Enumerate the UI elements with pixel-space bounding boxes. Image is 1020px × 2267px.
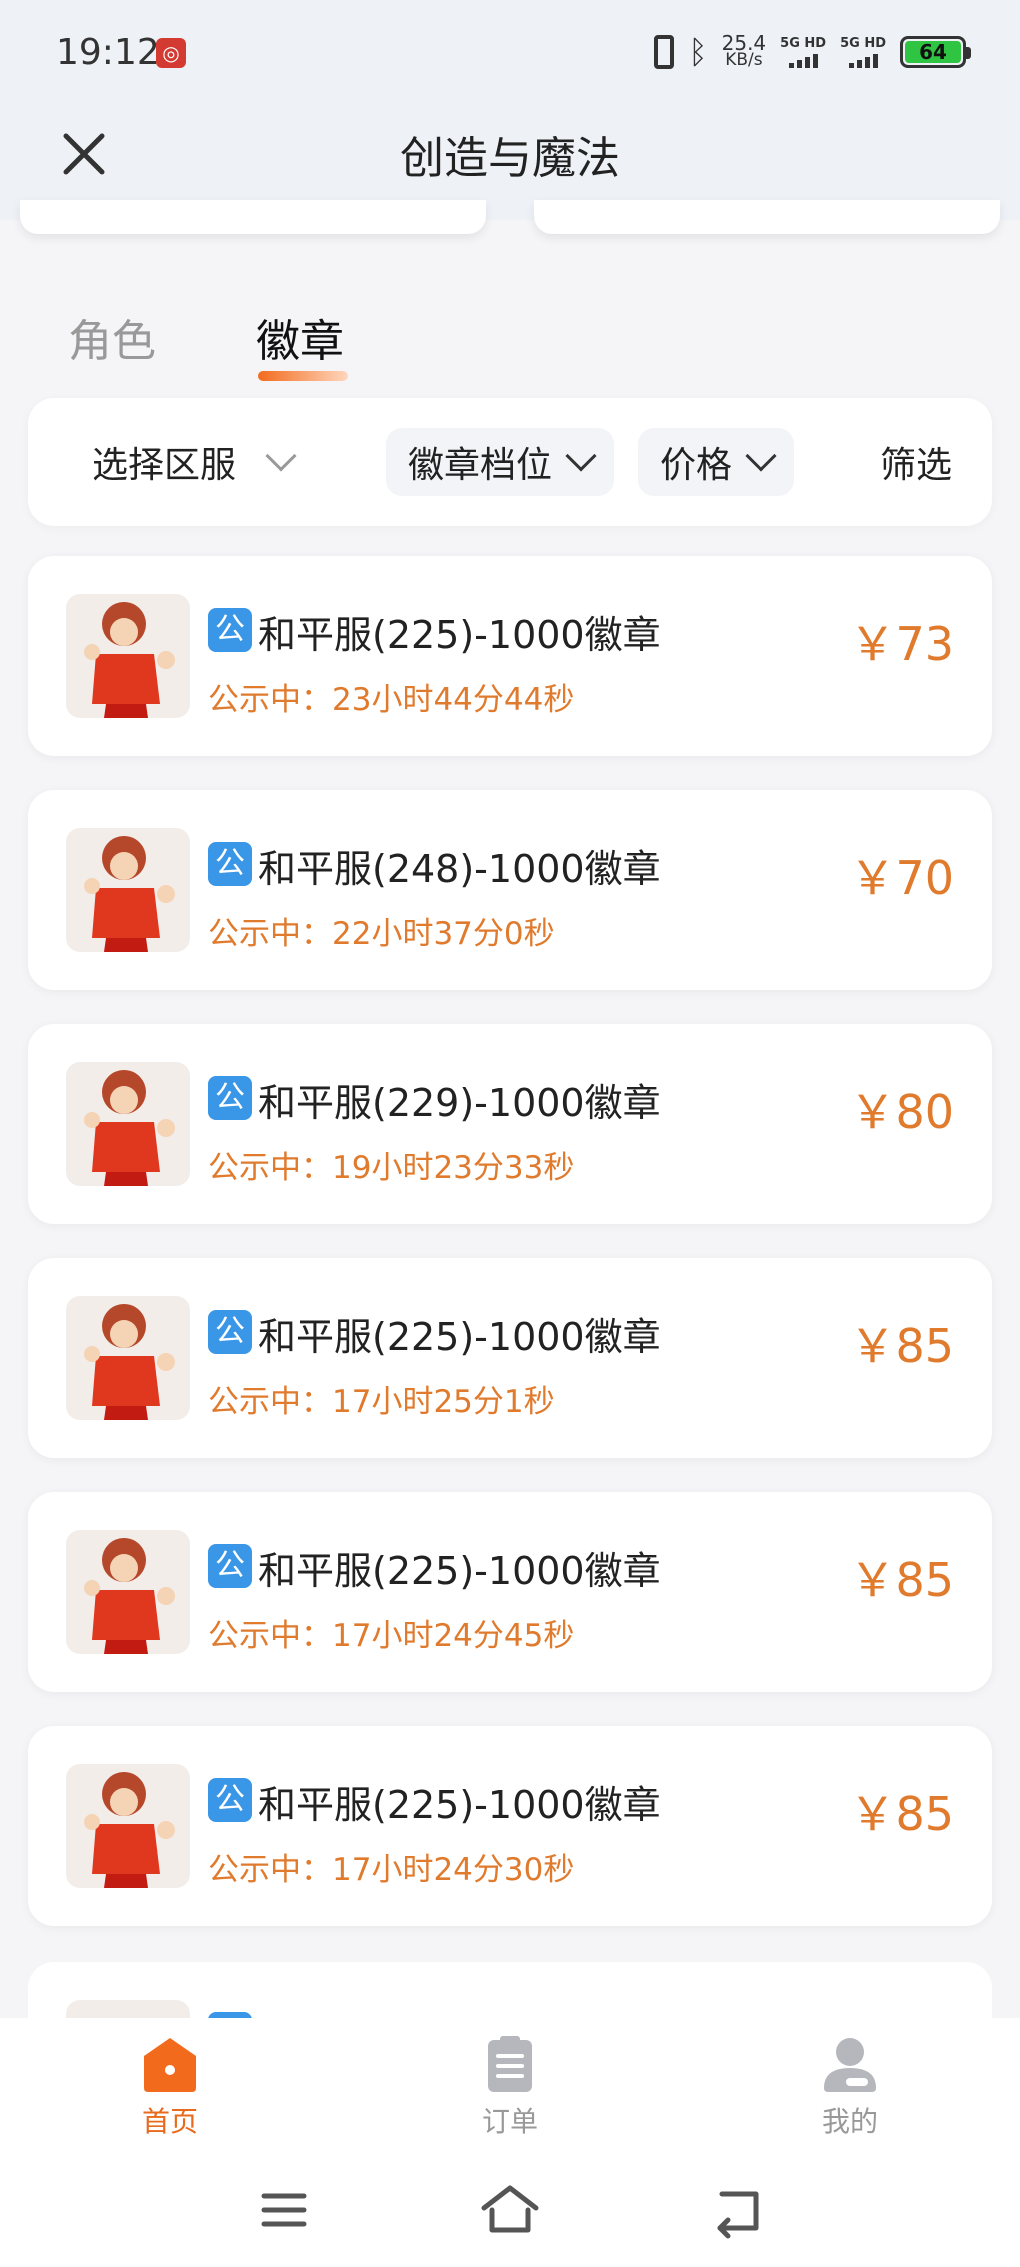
badge-tier-label: 徽章档位 <box>408 445 553 486</box>
network-speed-unit: KB/s <box>725 50 763 70</box>
public-badge: 公 <box>208 608 252 652</box>
status-time: 19:12 <box>56 32 160 73</box>
list-item[interactable]: 公 和平服(229)-1000徽章 公示中：19小时23分33秒 ￥80 <box>28 1024 992 1224</box>
character-thumbnail-image <box>84 1772 175 1888</box>
listing-status: 公示中：19小时23分33秒 <box>208 1150 575 1186</box>
sim1-label: 5G HD <box>780 36 827 51</box>
netease-music-icon: ◎ <box>156 38 186 68</box>
nav-orders-label: 订单 <box>481 2105 538 2138</box>
character-thumbnail <box>66 1530 190 1654</box>
listing-title: 和平服(225)-1000徽章 <box>258 1549 661 1593</box>
badge-tier-select[interactable]: 徽章档位 <box>386 428 615 496</box>
menu-icon[interactable] <box>254 2180 314 2240</box>
character-thumbnail-image <box>84 1304 175 1420</box>
nav-home[interactable]: 首页 <box>90 2034 250 2140</box>
battery-icon: 64 <box>900 36 971 68</box>
public-badge: 公 <box>208 1310 252 1354</box>
back-icon[interactable] <box>708 2180 768 2240</box>
vibrate-icon <box>654 35 675 69</box>
listing-price: ￥85 <box>849 1553 954 1607</box>
character-thumbnail-image <box>84 602 175 718</box>
list-item[interactable]: 公 和平服(225)-1000徽章 公示中：17小时25分1秒 ￥85 <box>28 1258 992 1458</box>
listing-status: 公示中：17小时24分45秒 <box>208 1618 575 1654</box>
banner-edges <box>0 200 1020 236</box>
system-nav <box>0 2150 1020 2267</box>
nav-home-label: 首页 <box>141 2105 198 2138</box>
sim2-label: 5G HD <box>840 36 886 51</box>
filter-bar: 选择区服 徽章档位 价格 筛选 <box>28 398 992 526</box>
listing-status: 公示中：17小时25分1秒 <box>208 1384 555 1420</box>
public-badge: 公 <box>208 1544 252 1588</box>
price-sort[interactable]: 价格 <box>638 428 795 496</box>
public-badge: 公 <box>208 842 252 886</box>
signal-icon: 5G HD <box>780 36 826 68</box>
public-badge: 公 <box>208 1778 252 1822</box>
listing-price: ￥85 <box>849 1319 954 1373</box>
character-thumbnail-image <box>84 1070 175 1186</box>
listing-title: 和平服(225)-1000徽章 <box>258 1783 661 1827</box>
character-thumbnail-image <box>84 836 175 952</box>
character-thumbnail <box>66 1296 190 1420</box>
list-item[interactable]: 公 和平服(248)-1000徽章 公示中：22小时37分0秒 ￥70 <box>28 790 992 990</box>
listing-price: ￥70 <box>849 851 954 905</box>
tab-character[interactable]: 角色 <box>68 305 156 375</box>
list-item[interactable]: 公 和平服(225)-1000徽章 公示中：17小时24分30秒 ￥85 <box>28 1726 992 1926</box>
active-tab-indicator <box>258 371 348 381</box>
home-outline-icon[interactable] <box>480 2180 540 2240</box>
listing-status: 公示中：22小时37分0秒 <box>208 916 555 952</box>
bluetooth-icon: ᛒ <box>688 33 708 71</box>
listing-title: 和平服(225)-1000徽章 <box>258 1315 661 1359</box>
home-icon <box>144 2038 196 2092</box>
nav-profile[interactable]: 我的 <box>770 2034 930 2140</box>
price-sort-label: 价格 <box>660 445 733 486</box>
chevron-down-icon <box>265 440 297 472</box>
banner-card[interactable] <box>20 200 486 234</box>
character-thumbnail-image <box>84 1538 175 1654</box>
nav-orders[interactable]: 订单 <box>430 2034 590 2140</box>
battery-level: 64 <box>905 41 961 63</box>
bottom-nav: 首页 订单 我的 <box>0 2018 1020 2150</box>
listing-status: 公示中：17小时24分30秒 <box>208 1852 575 1888</box>
server-select-label: 选择区服 <box>92 445 237 486</box>
character-thumbnail <box>66 1062 190 1186</box>
network-speed: 25.4 KB/s <box>722 33 767 70</box>
listing-title: 和平服(229)-1000徽章 <box>258 1081 661 1125</box>
list-item[interactable]: 公 和平服(225)-1000徽章 公示中：23小时44分44秒 ￥73 <box>28 556 992 756</box>
listing-title: 和平服(225)-1000徽章 <box>258 613 661 657</box>
list-item-partial[interactable] <box>28 1962 992 2022</box>
status-bar: 19:12 ◎ ᛒ 25.4 KB/s 5G HD 5G HD 64 <box>0 0 1020 110</box>
user-icon <box>824 2038 876 2092</box>
listing-status: 公示中：23小时44分44秒 <box>208 682 575 718</box>
character-thumbnail <box>66 594 190 718</box>
listing-price: ￥80 <box>849 1085 954 1139</box>
filter-button[interactable]: 筛选 <box>880 428 952 496</box>
clipboard-icon <box>488 2036 532 2092</box>
list-item[interactable]: 公 和平服(225)-1000徽章 公示中：17小时24分45秒 ￥85 <box>28 1492 992 1692</box>
listing-title: 和平服(248)-1000徽章 <box>258 847 661 891</box>
server-select[interactable]: 选择区服 <box>92 428 297 496</box>
status-icons: ᛒ 25.4 KB/s 5G HD 5G HD 64 <box>654 30 971 74</box>
category-tabs: 角色 徽章 <box>68 305 348 381</box>
listing-price: ￥85 <box>849 1787 954 1841</box>
page-title: 创造与魔法 <box>400 133 620 184</box>
tab-label: 角色 <box>68 316 156 367</box>
tab-badge[interactable]: 徽章 <box>256 305 348 381</box>
chevron-down-icon <box>565 440 597 472</box>
signal-icon: 5G HD <box>840 36 886 68</box>
tab-label: 徽章 <box>256 316 344 367</box>
character-thumbnail <box>66 1764 190 1888</box>
character-thumbnail <box>66 828 190 952</box>
banner-card[interactable] <box>534 200 1000 234</box>
filter-label: 筛选 <box>880 445 953 486</box>
listing-price: ￥73 <box>849 617 954 671</box>
chevron-down-icon <box>745 440 777 472</box>
public-badge: 公 <box>208 1076 252 1120</box>
nav-profile-label: 我的 <box>821 2105 878 2138</box>
